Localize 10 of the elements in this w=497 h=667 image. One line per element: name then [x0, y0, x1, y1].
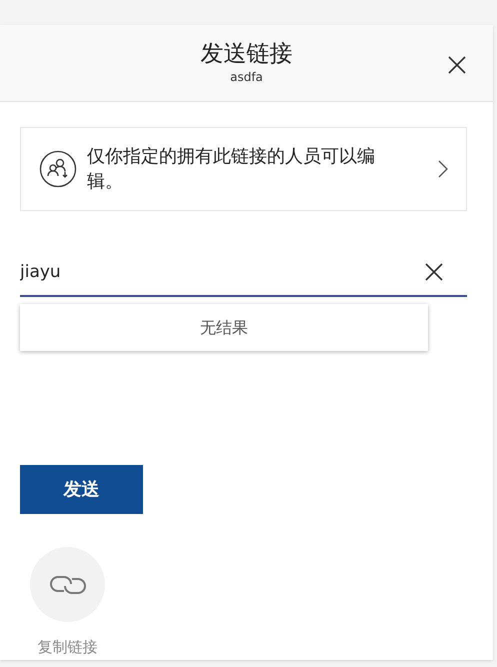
close-icon [447, 55, 467, 75]
people-icon [39, 150, 77, 188]
dialog-title: 发送链接 [200, 40, 292, 68]
chevron-right-icon [438, 160, 448, 178]
dialog-subtitle: asdfa [230, 69, 263, 86]
copy-link-label: 复制链接 [38, 637, 98, 658]
close-icon [424, 262, 444, 282]
recipient-input[interactable]: jiayu [20, 249, 421, 295]
permission-card[interactable]: 仅你指定的拥有此链接的人员可以编辑。 [20, 127, 467, 211]
send-button[interactable]: 发送 [20, 465, 143, 514]
